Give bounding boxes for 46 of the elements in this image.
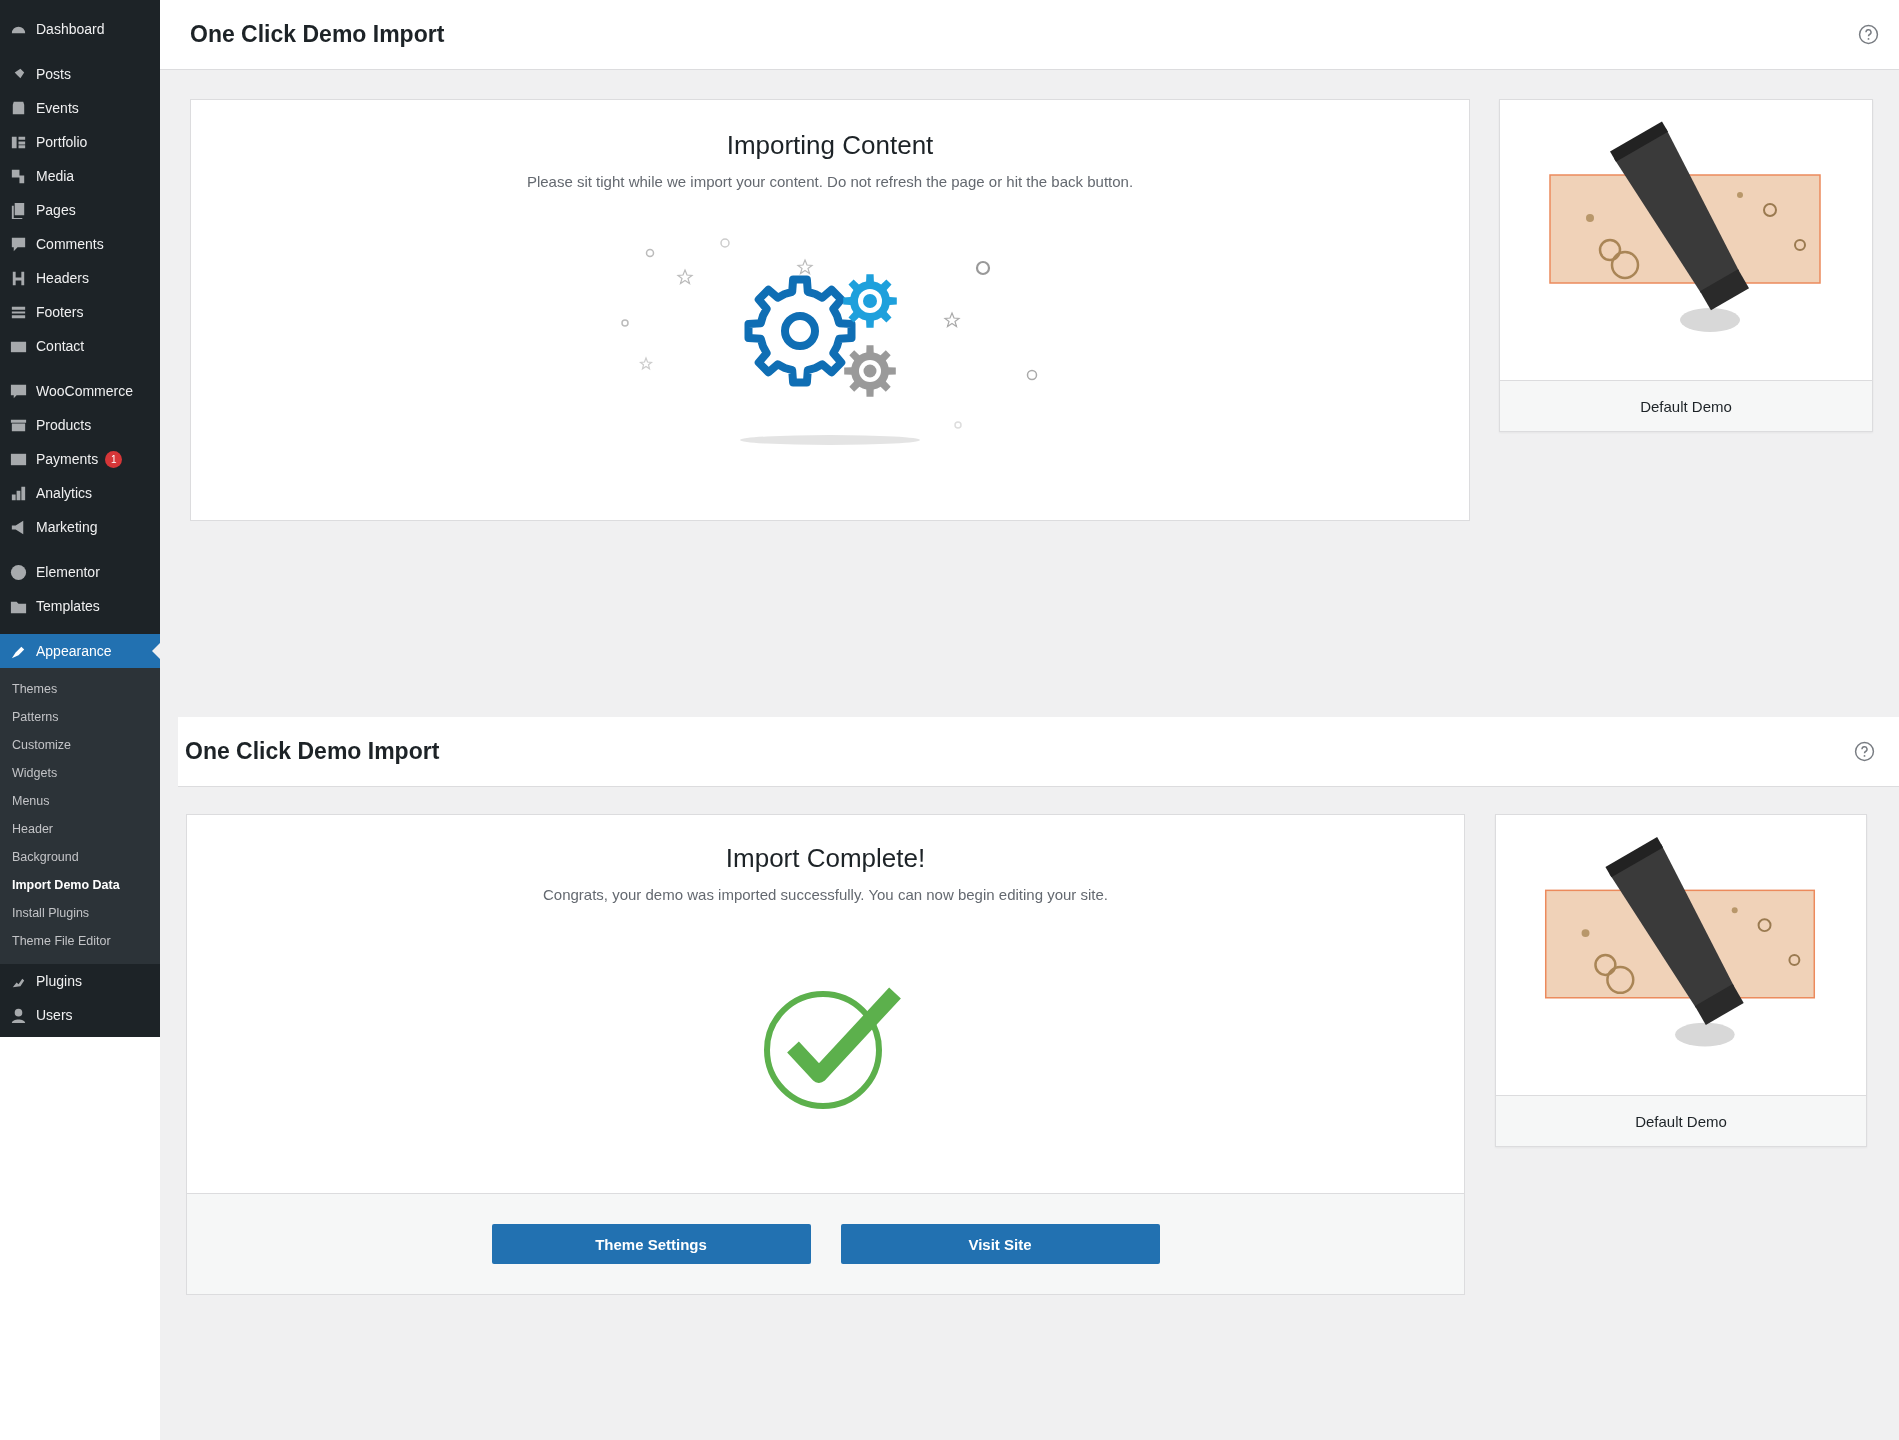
sidebar-item[interactable]: WooCommerce (0, 374, 160, 408)
card-title: Importing Content (726, 130, 934, 161)
submenu-item[interactable]: Widgets (0, 759, 160, 787)
demo-card[interactable]: Default Demo (1499, 99, 1873, 432)
count-badge: 1 (105, 450, 123, 468)
submenu-item[interactable]: Header (0, 815, 160, 843)
sidebar-item[interactable]: Media (0, 159, 160, 193)
sidebar-item[interactable]: Analytics (0, 476, 160, 510)
submenu-item[interactable]: Import Demo Data (0, 871, 160, 899)
sidebar-item[interactable]: Templates (0, 589, 160, 623)
submenu-item[interactable]: Menus (0, 787, 160, 815)
sidebar-item[interactable]: Portfolio (0, 125, 160, 159)
card-title: Import Complete! (725, 843, 926, 874)
demo-name: Default Demo (1496, 1095, 1866, 1146)
sidebar-item[interactable]: Marketing (0, 510, 160, 544)
sidebar-item[interactable]: Contact (0, 329, 160, 363)
sidebar-item[interactable]: Appearance (0, 634, 160, 668)
submenu-item[interactable]: Themes (0, 675, 160, 703)
page-title: One Click Demo Import (185, 738, 440, 765)
sidebar-item[interactable]: Dashboard (0, 12, 160, 46)
submenu-item[interactable]: Install Plugins (0, 899, 160, 927)
help-icon[interactable] (1854, 741, 1875, 762)
sidebar-item[interactable]: Headers (0, 261, 160, 295)
sidebar-item[interactable]: Products (0, 408, 160, 442)
sidebar-item[interactable]: Footers (0, 295, 160, 329)
page-title: One Click Demo Import (190, 21, 445, 48)
sidebar-item[interactable]: Users (0, 998, 160, 1032)
sidebar-item[interactable]: Plugins (0, 964, 160, 998)
sidebar-item[interactable]: Pages (0, 193, 160, 227)
submenu-item[interactable]: Patterns (0, 703, 160, 731)
sidebar-item[interactable]: Comments (0, 227, 160, 261)
card-text: Congrats, your demo was imported successfully. You can now begin editing your site. (543, 886, 1108, 903)
help-icon[interactable] (1858, 24, 1879, 45)
card-text: Please sit tight while we import your content. Do not refresh the page or hit the back button. (526, 173, 1134, 190)
sidebar-item[interactable]: Payments 1 (0, 442, 160, 476)
submenu-item[interactable]: Customize (0, 731, 160, 759)
action-button[interactable]: Theme Settings (491, 1224, 811, 1264)
sidebar-item[interactable]: Elementor (0, 555, 160, 589)
demo-name: Default Demo (1500, 380, 1872, 431)
sidebar-item[interactable]: Posts (0, 57, 160, 91)
action-button[interactable]: Visit Site (840, 1224, 1160, 1264)
sidebar-item[interactable]: Events (0, 91, 160, 125)
menu-icon (9, 562, 28, 582)
submenu-item[interactable]: Background (0, 843, 160, 871)
submenu-item[interactable]: Theme File Editor (0, 927, 160, 955)
demo-card[interactable]: Default Demo (1495, 814, 1867, 1147)
